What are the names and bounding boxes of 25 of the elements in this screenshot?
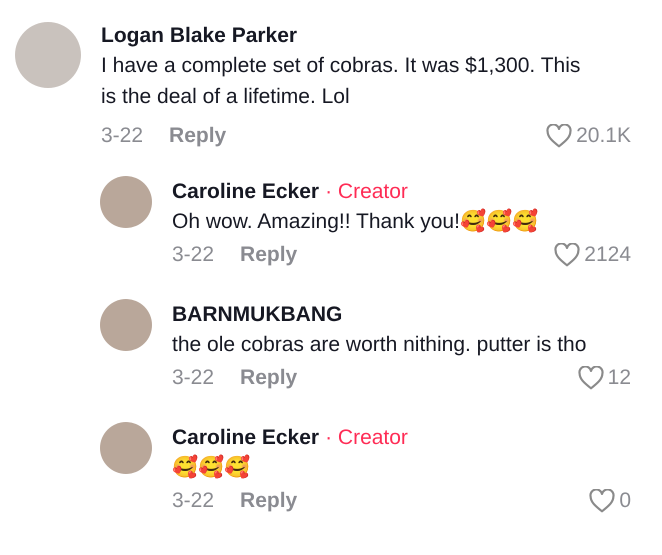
comment-text: Oh wow. Amazing!! Thank you!🥰🥰🥰 [172,208,539,235]
author-name[interactable]: Caroline Ecker [172,426,320,450]
author-name[interactable]: Logan Blake Parker [101,24,298,48]
comment-date: 3-22 [172,489,214,513]
heart-icon[interactable] [589,489,616,513]
avatar[interactable] [100,422,152,474]
avatar[interactable] [100,299,152,351]
author-name[interactable]: BARNMUKBANG [172,303,342,327]
author-name[interactable]: Caroline Ecker [172,180,320,204]
creator-label: · Creator [325,180,408,204]
heart-icon[interactable] [578,366,604,390]
comment-date: 3-22 [172,366,214,390]
comment-text: the ole cobras are worth nithing. putter is tho [172,332,588,358]
like-count: 20.1K [576,124,631,148]
like-count: 0 [619,489,631,513]
creator-label: · Creator [325,426,408,450]
comment-text: 🥰🥰🥰 [172,454,251,481]
comment-date: 3-22 [172,243,214,267]
like-count: 2124 [584,243,631,267]
like-count: 12 [608,366,631,390]
heart-icon[interactable] [554,243,580,267]
avatar[interactable] [100,176,152,228]
comment-text: I have a complete set of cobras. It was $1,300. This is the deal of a lifetime. Lol [101,53,582,110]
comment-date: 3-22 [101,124,144,148]
heart-icon[interactable] [546,124,572,148]
